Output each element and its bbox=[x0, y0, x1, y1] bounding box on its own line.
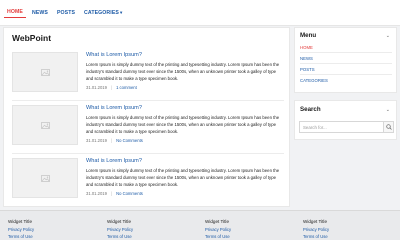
search-icon bbox=[385, 124, 392, 130]
footer-column: Widget Title Privacy Policy Terms of Use bbox=[303, 219, 329, 240]
post-divider bbox=[12, 153, 284, 154]
privacy-policy-link[interactable]: Privacy Policy bbox=[303, 227, 329, 232]
post-thumbnail[interactable] bbox=[12, 158, 78, 198]
nav-item-posts[interactable]: POSTS bbox=[54, 8, 78, 18]
top-navbar: HOME NEWS POSTS CATEGORIES▾ bbox=[0, 0, 400, 26]
search-widget-title: Search bbox=[300, 106, 321, 113]
nav-item-categories-label: CATEGORIES bbox=[84, 9, 119, 16]
footer-widget-title: Widget Title bbox=[8, 219, 32, 224]
footer-column: Widget Title Privacy Policy Terms of Use bbox=[107, 219, 133, 240]
post-title[interactable]: What is Lorem Ipsum? bbox=[86, 105, 284, 111]
post-date: 31.01.2019 bbox=[86, 191, 107, 196]
meta-divider: | bbox=[110, 85, 113, 90]
sidebar-item-categories[interactable]: CATEGORIES bbox=[300, 75, 392, 85]
meta-divider: | bbox=[110, 138, 113, 143]
top-nav-menu: HOME NEWS POSTS CATEGORIES▾ bbox=[4, 7, 128, 18]
chevron-down-icon: ▾ bbox=[119, 9, 123, 15]
sidebar-item-home[interactable]: HOME bbox=[300, 42, 392, 53]
post-meta: 31.01.2019 | No Comments bbox=[86, 191, 284, 196]
post-title[interactable]: What is Lorem Ipsum? bbox=[86, 158, 284, 164]
image-placeholder-icon bbox=[40, 68, 50, 76]
privacy-policy-link[interactable]: Privacy Policy bbox=[8, 227, 34, 232]
privacy-policy-link[interactable]: Privacy Policy bbox=[107, 227, 133, 232]
post-meta: 31.01.2019 | 1 comment bbox=[86, 85, 284, 90]
footer-column: Widget Title Privacy Policy Terms of Use bbox=[205, 219, 231, 240]
terms-of-use-link[interactable]: Terms of Use bbox=[8, 234, 34, 239]
search-button[interactable] bbox=[383, 122, 393, 132]
post-item: What is Lorem Ipsum? Lorem Ipsum is simp… bbox=[12, 105, 284, 151]
post-item: What is Lorem Ipsum? Lorem Ipsum is simp… bbox=[12, 158, 284, 204]
image-placeholder-icon bbox=[40, 121, 50, 129]
post-meta: 31.01.2019 | No Comments bbox=[86, 138, 284, 143]
chevron-down-icon[interactable]: ⌄ bbox=[386, 33, 390, 39]
nav-item-categories[interactable]: CATEGORIES▾ bbox=[81, 8, 125, 18]
terms-of-use-link[interactable]: Terms of Use bbox=[205, 234, 231, 239]
terms-of-use-link[interactable]: Terms of Use bbox=[107, 234, 133, 239]
page-title: WebPoint bbox=[12, 33, 52, 43]
nav-item-news[interactable]: NEWS bbox=[29, 8, 51, 18]
search-input[interactable] bbox=[300, 122, 384, 132]
post-thumbnail[interactable] bbox=[12, 105, 78, 145]
footer-widget-title: Widget Title bbox=[107, 219, 131, 224]
footer-widget-title: Widget Title bbox=[303, 219, 327, 224]
menu-widget: Menu HOME NEWS POSTS CATEGORIES ⌄ bbox=[294, 27, 397, 93]
main-content: WebPoint What is Lorem Ipsum? Lorem Ipsu… bbox=[3, 27, 290, 207]
post-thumbnail[interactable] bbox=[12, 52, 78, 92]
menu-widget-title: Menu bbox=[300, 32, 317, 39]
post-date: 31.01.2019 bbox=[86, 138, 107, 143]
search-widget: Search ⌄ bbox=[294, 100, 397, 140]
footer: Widget Title Privacy Policy Terms of Use… bbox=[0, 210, 400, 240]
sidebar-item-news[interactable]: NEWS bbox=[300, 53, 392, 64]
post-item: What is Lorem Ipsum? Lorem Ipsum is simp… bbox=[12, 52, 284, 98]
sidebar-item-posts[interactable]: POSTS bbox=[300, 64, 392, 75]
nav-item-home[interactable]: HOME bbox=[4, 7, 26, 18]
terms-of-use-link[interactable]: Terms of Use bbox=[303, 234, 329, 239]
post-comments-link[interactable]: No Comments bbox=[116, 138, 143, 143]
privacy-policy-link[interactable]: Privacy Policy bbox=[205, 227, 231, 232]
image-placeholder-icon bbox=[40, 174, 50, 182]
post-excerpt: Lorem Ipsum is simply dummy text of the … bbox=[86, 115, 280, 134]
chevron-down-icon[interactable]: ⌄ bbox=[386, 107, 390, 113]
footer-column: Widget Title Privacy Policy Terms of Use bbox=[8, 219, 34, 240]
post-comments-link[interactable]: No Comments bbox=[116, 191, 143, 196]
post-excerpt: Lorem Ipsum is simply dummy text of the … bbox=[86, 62, 280, 81]
footer-widget-title: Widget Title bbox=[205, 219, 229, 224]
post-date: 31.01.2019 bbox=[86, 85, 107, 90]
search-box bbox=[299, 121, 394, 133]
post-excerpt: Lorem Ipsum is simply dummy text of the … bbox=[86, 168, 280, 187]
post-title[interactable]: What is Lorem Ipsum? bbox=[86, 52, 284, 58]
post-divider bbox=[12, 100, 284, 101]
meta-divider: | bbox=[110, 191, 113, 196]
post-comments-link[interactable]: 1 comment bbox=[116, 85, 137, 90]
